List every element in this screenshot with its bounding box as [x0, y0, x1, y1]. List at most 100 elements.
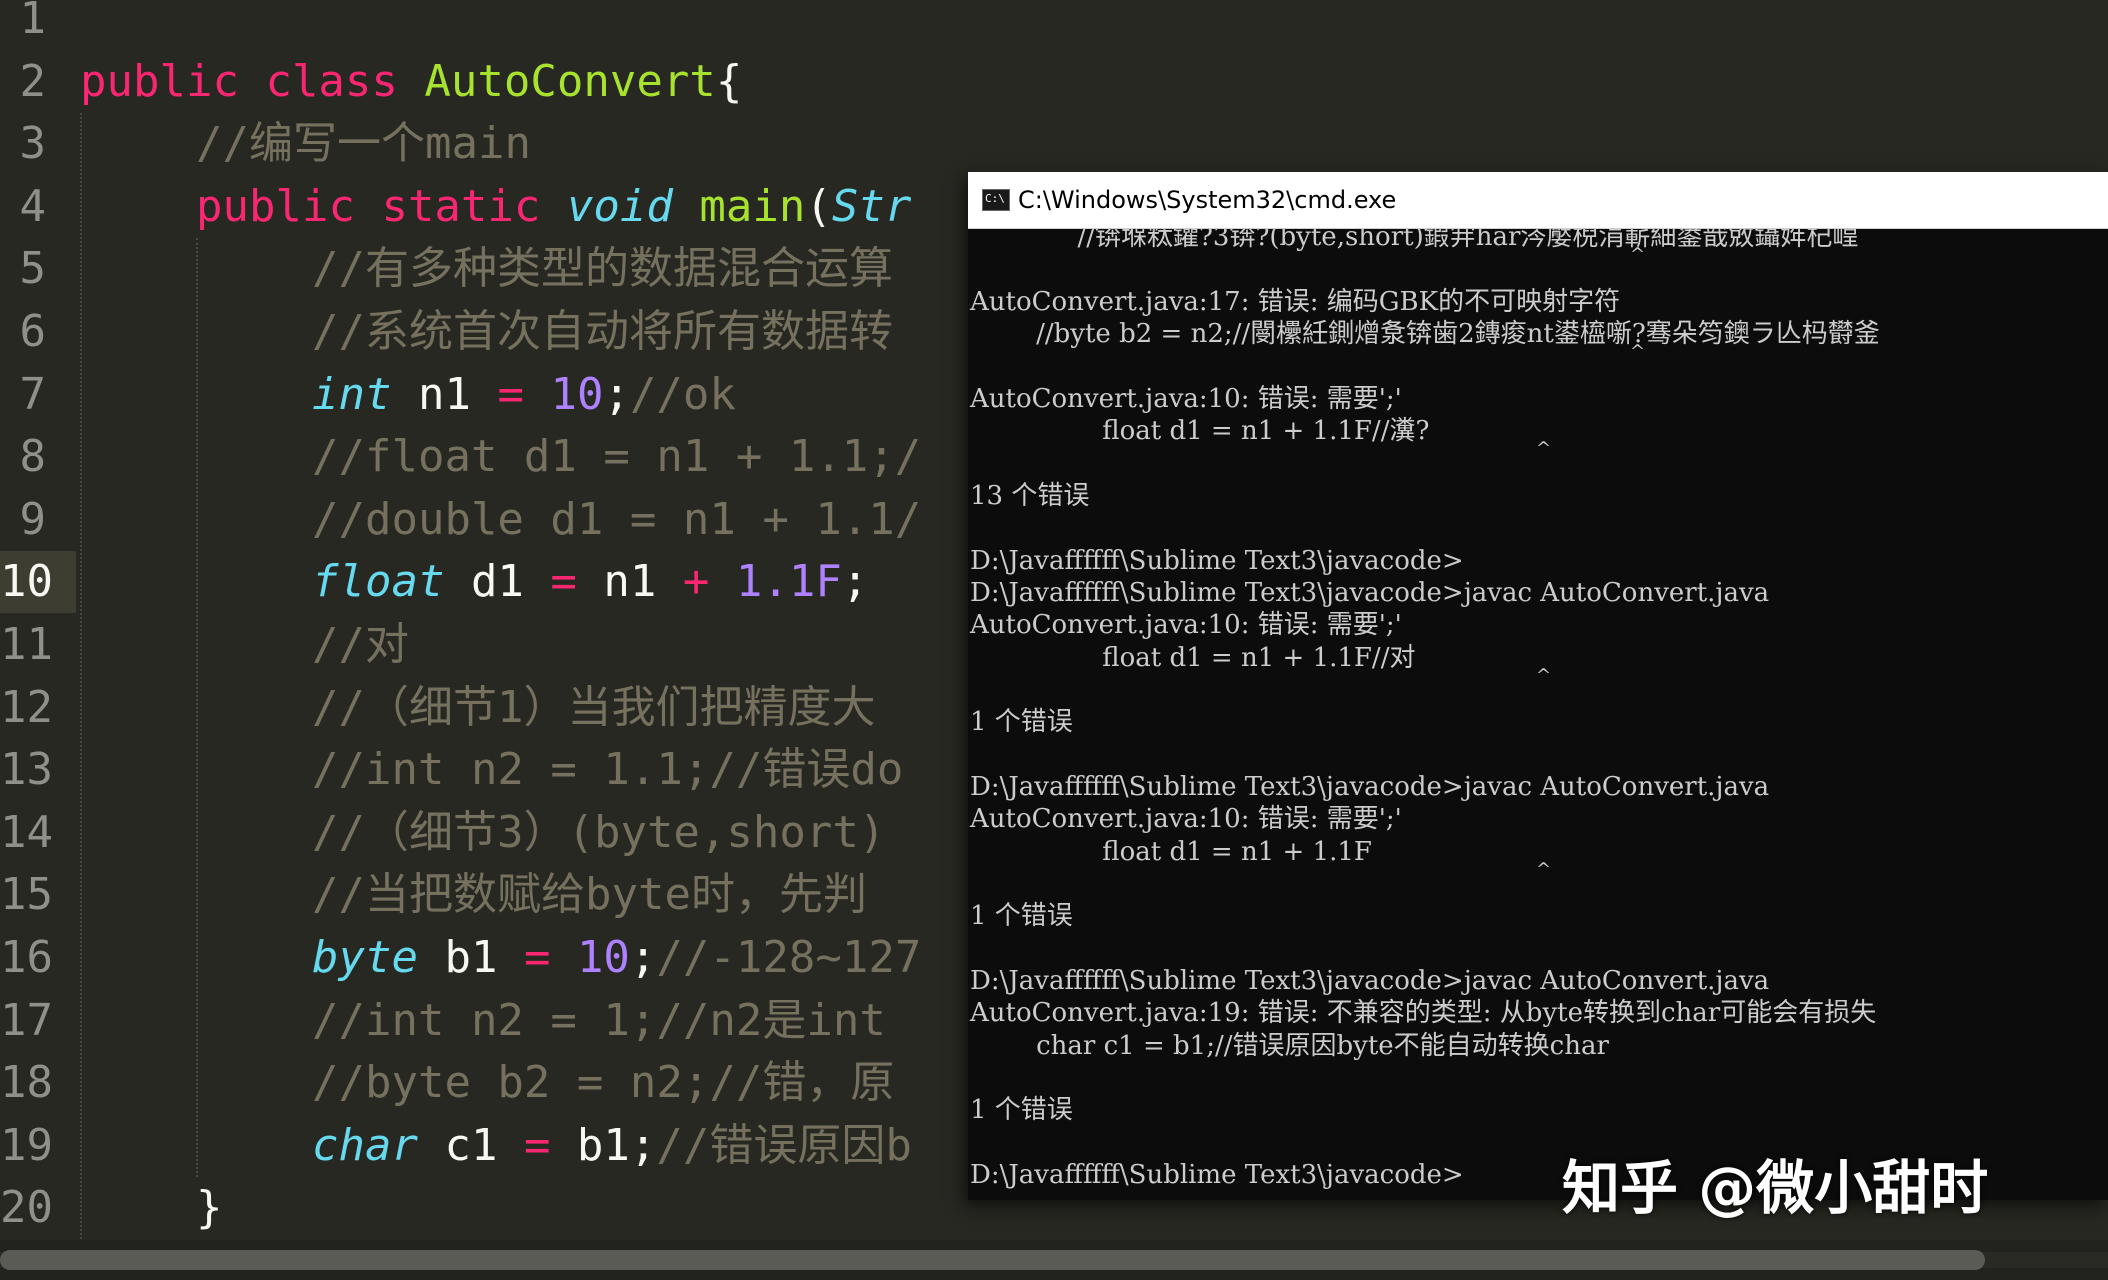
line-number: 15: [0, 869, 53, 921]
code-token: //int n2 = 1.1;//错误do: [312, 744, 904, 796]
code-token: d1: [444, 556, 551, 608]
code-token: ;: [629, 932, 657, 983]
code-token: //float d1 = n1 + 1.1;/: [312, 431, 922, 483]
code-token: main: [699, 180, 806, 232]
line-number: 12: [0, 681, 53, 733]
code-line[interactable]: }: [196, 1177, 223, 1239]
code-token: c1: [417, 1119, 524, 1171]
line-number: 7: [19, 368, 47, 420]
code-token: //（细节3）(byte,short): [312, 806, 886, 858]
code-token: b1;: [550, 1119, 657, 1171]
code-token: 10: [576, 932, 630, 983]
cmd-titlebar[interactable]: C:\ C:\Windows\System32\cmd.exe: [968, 172, 2108, 229]
code-line[interactable]: //系统首次自动将所有数据转: [312, 301, 893, 363]
line-number: 18: [0, 1057, 53, 1109]
code-line[interactable]: //double d1 = n1 + 1.1/: [312, 489, 921, 551]
console-line: 1 个错误: [970, 901, 1073, 932]
code-token: n1: [391, 368, 498, 420]
code-token: Str: [831, 180, 912, 232]
code-token: ;: [603, 368, 630, 420]
code-token: AutoConvert: [424, 55, 716, 107]
line-number: 4: [19, 180, 47, 232]
console-line: AutoConvert.java:19: 错误: 不兼容的类型: 从byte转换…: [970, 998, 1877, 1029]
code-token: //有多种类型的数据混合运算: [312, 243, 893, 295]
console-line: float d1 = n1 + 1.1F: [970, 836, 1372, 867]
code-token: //int n2 = 1;//n2是int: [312, 994, 886, 1046]
code-line[interactable]: public class AutoConvert{: [80, 51, 742, 113]
code-line[interactable]: byte b1 = 10;//-128~127: [312, 927, 921, 989]
code-line[interactable]: //int n2 = 1.1;//错误do: [312, 739, 903, 801]
code-token: //对: [312, 619, 409, 670]
horizontal-scrollbar[interactable]: [0, 1240, 2108, 1280]
error-caret: ^: [1630, 244, 1646, 265]
console-line: D:\Javaffffff\Sublime Text3\javacode>jav…: [970, 577, 1770, 608]
code-token: //double d1 = n1 + 1.1/: [312, 493, 922, 545]
console-line: AutoConvert.java:10: 错误: 需要';': [970, 610, 1402, 641]
code-token: class: [265, 55, 398, 107]
console-line: //byte b2 = n2;//閿欙紝鍘熷洜锛歯2鏄痠nt鍙橀噺?骞朵笉鐭ラ亾…: [970, 319, 1880, 350]
code-token: n1: [576, 556, 683, 608]
code-line[interactable]: int n1 = 10;//ok: [312, 364, 736, 426]
error-caret: ^: [1630, 341, 1646, 363]
line-number: 9: [19, 493, 47, 545]
console-line: float d1 = n1 + 1.1F//对: [970, 642, 1416, 673]
code-line[interactable]: //当把数赋给byte时，先判: [312, 864, 867, 926]
cmd-window-title: C:\Windows\System32\cmd.exe: [1018, 186, 1397, 214]
cmd-window[interactable]: C:\ C:\Windows\System32\cmd.exe //锛堢粏鑺?3…: [968, 172, 2108, 1200]
zhihu-watermark: 知乎 @微小甜时: [1562, 1154, 1989, 1222]
console-line: AutoConvert.java:10: 错误: 需要';': [970, 804, 1402, 835]
code-line[interactable]: //（细节1）当我们把精度大: [312, 677, 875, 739]
code-line[interactable]: //（细节3）(byte,short): [312, 802, 885, 864]
code-line[interactable]: //int n2 = 1;//n2是int: [312, 990, 886, 1052]
console-line: AutoConvert.java:17: 错误: 编码GBK的不可映射字符: [970, 286, 1621, 317]
console-line: D:\Javaffffff\Sublime Text3\javacode>: [970, 545, 1464, 576]
code-line[interactable]: //编写一个main: [196, 113, 531, 175]
code-token: 1.1F: [735, 556, 842, 608]
console-output[interactable]: //锛堢粏鑺?3锛?(byte,short)鍜宑har涔嬮棿涓嶄細鍙戠敓鑷姩杞崲…: [968, 228, 2108, 1200]
line-number: 14: [0, 806, 53, 858]
code-token: (: [805, 180, 832, 232]
code-line[interactable]: //对: [312, 614, 409, 676]
code-line[interactable]: //有多种类型的数据混合运算: [312, 238, 893, 300]
console-line: //锛堢粏鑺?3锛?(byte,short)鍜宑har涔嬮棿涓嶄細鍙戠敓鑷姩杞崲: [970, 228, 1859, 252]
indent-guide: [80, 113, 82, 1240]
code-line[interactable]: //byte b2 = n2;//错，原: [312, 1052, 894, 1114]
code-token: //-128~127: [656, 932, 922, 983]
code-token: b1: [417, 932, 524, 983]
indent-guide: [196, 238, 198, 1177]
code-token: =: [497, 368, 524, 420]
scrollbar-thumb[interactable]: [0, 1250, 1985, 1270]
code-token: //当把数赋给byte时，先判: [312, 869, 867, 921]
code-token: =: [550, 556, 577, 608]
code-token: ;: [841, 556, 869, 608]
line-number: 19: [0, 1119, 53, 1171]
line-number: 5: [19, 243, 47, 295]
code-token: static: [381, 180, 541, 232]
console-line: float d1 = n1 + 1.1F//瀵?: [970, 416, 1430, 447]
code-line[interactable]: //float d1 = n1 + 1.1;/: [312, 426, 921, 488]
console-line: AutoConvert.java:10: 错误: 需要';': [970, 383, 1402, 414]
error-caret: ^: [1536, 438, 1552, 460]
console-line: D:\Javaffffff\Sublime Text3\javacode>jav…: [970, 771, 1770, 802]
code-token: //系统首次自动将所有数据转: [312, 306, 893, 357]
code-line[interactable]: char c1 = b1;//错误原因b: [312, 1115, 912, 1177]
code-line[interactable]: public static void main(Str: [196, 176, 911, 238]
line-number: 3: [19, 118, 47, 170]
code-token: }: [196, 1182, 223, 1234]
code-token: public: [80, 55, 239, 107]
line-number: 2: [19, 55, 47, 107]
line-number: 1: [19, 0, 47, 44]
line-number: 20: [0, 1182, 53, 1234]
line-number: 10: [0, 551, 76, 614]
code-token: //ok: [629, 368, 736, 420]
code-token: //错误原因b: [656, 1119, 912, 1171]
console-line: 1 个错误: [970, 707, 1073, 738]
code-line[interactable]: float d1 = n1 + 1.1F;: [312, 551, 868, 613]
console-line: D:\Javaffffff\Sublime Text3\javacode>jav…: [970, 966, 1770, 997]
